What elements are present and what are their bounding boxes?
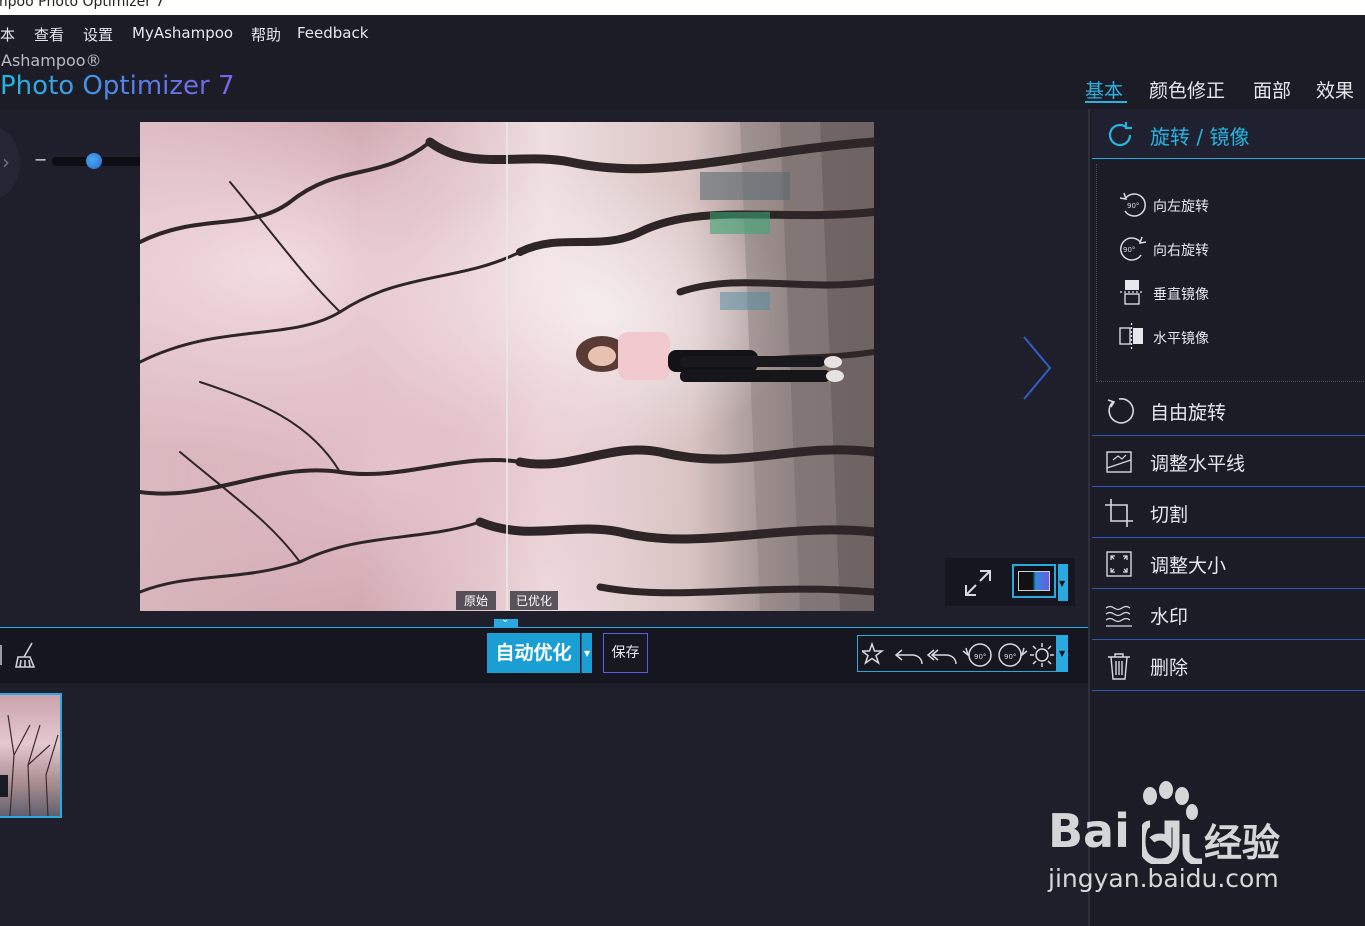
svg-text:90°: 90° bbox=[1004, 653, 1016, 661]
image-viewer: › − + bbox=[0, 109, 1088, 627]
baidu-jingyan-watermark: Bai 经验 jingyan.baidu.com bbox=[1048, 780, 1298, 900]
straighten-horizon-button[interactable]: 调整水平线 bbox=[1092, 436, 1365, 487]
select-all-icon[interactable] bbox=[0, 645, 2, 665]
trash-icon bbox=[1108, 653, 1130, 680]
chevron-right-icon bbox=[1023, 336, 1052, 400]
filmstrip bbox=[0, 683, 1088, 926]
rotate-right-90-icon: 90° bbox=[1120, 236, 1147, 261]
view-controls: ▼ bbox=[945, 558, 1075, 606]
rotate-right-button[interactable]: 90° 向右旋转 bbox=[1117, 233, 1357, 263]
title-bar: mpoo Photo Optimizer 7 bbox=[0, 0, 1365, 15]
resize-icon bbox=[1106, 551, 1132, 577]
window-title: mpoo Photo Optimizer 7 bbox=[0, 0, 165, 10]
star-icon bbox=[862, 641, 885, 665]
svg-text:90°: 90° bbox=[1127, 202, 1139, 210]
next-image-button[interactable] bbox=[1018, 333, 1058, 403]
split-view-icon bbox=[1018, 571, 1050, 591]
rotate-mirror-section[interactable]: 旋转 / 镜像 bbox=[1092, 109, 1365, 159]
chevron-down-icon: ▼ bbox=[1059, 649, 1066, 658]
straighten-horizon-label: 调整水平线 bbox=[1150, 453, 1246, 475]
free-rotate-icon bbox=[1107, 398, 1134, 424]
watermark-brand-latin: Bai bbox=[1048, 804, 1130, 858]
undo-all-icon bbox=[926, 649, 957, 665]
menu-item-settings[interactable]: 设置 bbox=[83, 24, 113, 45]
rotate-icon bbox=[1108, 122, 1132, 147]
rotate-left-button[interactable]: 90° 向左旋转 bbox=[1117, 189, 1357, 219]
thumbnail-image bbox=[0, 714, 59, 816]
menu-item-myashampoo[interactable]: MyAshampoo bbox=[132, 24, 233, 42]
tab-effects[interactable]: 效果 bbox=[1316, 76, 1354, 103]
tab-basic[interactable]: 基本 bbox=[1085, 76, 1123, 103]
menu-item-view[interactable]: 查看 bbox=[34, 24, 64, 45]
clear-broom-icon[interactable] bbox=[12, 641, 40, 669]
crop-label: 切割 bbox=[1150, 504, 1189, 526]
app-header: Ashampoo® Photo Optimizer 7 基本 颜色修正 面部 效… bbox=[0, 51, 1365, 109]
mirror-horizontal-button[interactable]: 水平镜像 bbox=[1117, 321, 1357, 351]
mirror-horizontal-icon bbox=[1119, 323, 1143, 349]
zoom-slider-handle[interactable] bbox=[86, 153, 102, 169]
mirror-vertical-label: 垂直镜像 bbox=[1153, 287, 1209, 303]
straighten-horizon-icon bbox=[1106, 451, 1132, 473]
crop-icon bbox=[1105, 499, 1133, 527]
svg-text:90°: 90° bbox=[974, 653, 986, 661]
resize-label: 调整大小 bbox=[1150, 555, 1227, 577]
menu-item-help[interactable]: 帮助 bbox=[251, 24, 281, 45]
fullscreen-icon[interactable] bbox=[963, 568, 993, 598]
watermark-label: 水印 bbox=[1150, 606, 1189, 628]
chevron-down-icon: ⌄ bbox=[501, 614, 510, 625]
watermark-url: jingyan.baidu.com bbox=[1048, 864, 1279, 893]
crop-button[interactable]: 切割 bbox=[1092, 487, 1365, 538]
menu-item-file[interactable]: 本 bbox=[0, 24, 15, 45]
thumbnail-selected[interactable] bbox=[0, 693, 62, 818]
free-rotate-label: 自由旋转 bbox=[1150, 402, 1227, 424]
rotate-left-label: 向左旋转 bbox=[1153, 199, 1209, 215]
optimized-label: 已优化 bbox=[510, 591, 559, 610]
active-tab-indicator bbox=[1085, 101, 1127, 103]
quick-actions-dropdown[interactable]: ▼ bbox=[1057, 635, 1068, 672]
original-label: 原始 bbox=[456, 591, 497, 610]
compare-view-button[interactable] bbox=[1012, 564, 1056, 598]
brand-company: Ashampoo® bbox=[1, 51, 102, 70]
rotate-mirror-options: 90° 向左旋转 90° 向右旋转 垂直镜像 水平镜像 bbox=[1096, 164, 1365, 382]
tab-faces[interactable]: 面部 bbox=[1253, 76, 1291, 103]
brand-product: Photo Optimizer 7 bbox=[0, 71, 235, 101]
mirror-horizontal-label: 水平镜像 bbox=[1153, 331, 1209, 347]
previous-image-button[interactable]: › bbox=[0, 126, 20, 200]
auto-optimize-dropdown[interactable]: ▼ bbox=[581, 633, 592, 673]
bottom-toolbar: 自动优化 ▼ 保存 90° 90° ▼ bbox=[0, 628, 1088, 683]
tab-color-correction[interactable]: 颜色修正 bbox=[1149, 76, 1225, 103]
mirror-vertical-button[interactable]: 垂直镜像 bbox=[1117, 277, 1357, 307]
chevron-left-icon: › bbox=[2, 150, 10, 174]
watermark-brand-cn: 经验 bbox=[1204, 821, 1281, 865]
quick-actions-group: 90° 90° bbox=[857, 635, 1057, 672]
mirror-vertical-icon bbox=[1120, 280, 1144, 305]
undo-icon bbox=[894, 649, 923, 665]
du-paw-icon bbox=[1142, 820, 1202, 864]
auto-optimize-button[interactable]: 自动优化 bbox=[487, 633, 580, 673]
chevron-down-icon: ▼ bbox=[1059, 579, 1066, 588]
watermark-icon bbox=[1105, 605, 1132, 627]
gear-icon bbox=[1035, 648, 1049, 662]
menu-item-feedback[interactable]: Feedback bbox=[297, 24, 368, 42]
section-title: 旋转 / 镜像 bbox=[1150, 125, 1250, 149]
watermark-button[interactable]: 水印 bbox=[1092, 589, 1365, 640]
zoom-out-button[interactable]: − bbox=[34, 150, 47, 169]
rotate-right-label: 向右旋转 bbox=[1153, 243, 1209, 259]
chevron-down-icon: ▼ bbox=[584, 649, 591, 658]
rotate-left-90-icon: 90° bbox=[1119, 192, 1146, 217]
save-button[interactable]: 保存 bbox=[603, 633, 648, 673]
quick-actions-icons[interactable]: 90° 90° bbox=[862, 640, 1054, 670]
compare-view-dropdown[interactable]: ▼ bbox=[1058, 564, 1068, 601]
resize-button[interactable]: 调整大小 bbox=[1092, 538, 1365, 589]
delete-button[interactable]: 删除 bbox=[1092, 640, 1365, 691]
delete-label: 删除 bbox=[1150, 657, 1189, 679]
compare-split-line[interactable] bbox=[506, 122, 508, 611]
collapse-filmstrip-button[interactable]: ⌄ bbox=[494, 614, 518, 628]
svg-text:90°: 90° bbox=[1123, 246, 1135, 254]
menu-bar: 本 查看 设置 MyAshampoo 帮助 Feedback bbox=[0, 15, 1365, 51]
photo-preview[interactable]: 原始 已优化 bbox=[140, 122, 874, 611]
free-rotate-button[interactable]: 自由旋转 bbox=[1092, 385, 1365, 436]
